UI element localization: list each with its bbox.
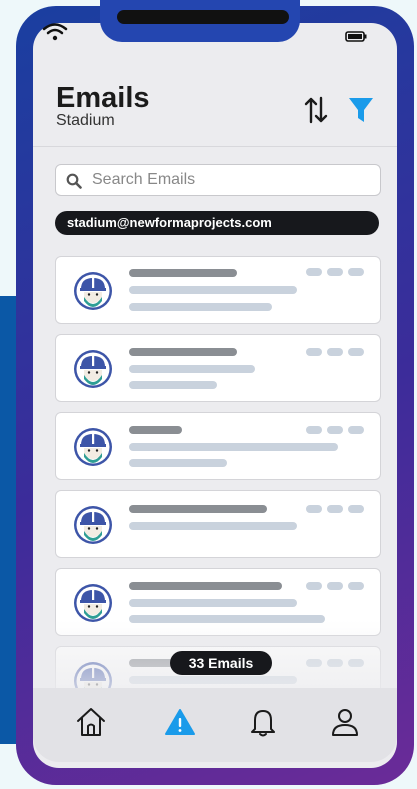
preview-placeholder (129, 303, 272, 311)
sender-placeholder (129, 582, 282, 590)
search-input[interactable]: Search Emails (55, 164, 381, 196)
filter-chip-label: stadium@newformaprojects.com (67, 215, 272, 230)
email-count-badge: 33 Emails (170, 651, 272, 675)
alert-icon (165, 709, 195, 735)
date-placeholder (327, 505, 343, 513)
date-placeholder (327, 268, 343, 276)
date-placeholder (348, 505, 364, 513)
email-card[interactable] (55, 490, 381, 558)
avatar (73, 271, 113, 311)
home-icon (77, 708, 105, 736)
email-card[interactable] (55, 256, 381, 324)
date-placeholder (306, 582, 322, 590)
subject-placeholder (129, 599, 297, 607)
nav-home[interactable] (71, 702, 111, 742)
header-divider (33, 146, 397, 147)
avatar (73, 349, 113, 389)
subject-placeholder (129, 365, 255, 373)
bottom-nav (33, 688, 397, 762)
sender-placeholder (129, 348, 237, 356)
profile-icon (332, 709, 358, 736)
wifi-icon (42, 23, 68, 41)
avatar (73, 427, 113, 467)
sender-placeholder (129, 505, 267, 513)
search-icon (66, 173, 82, 189)
nav-profile[interactable] (325, 702, 365, 742)
date-placeholder (306, 426, 322, 434)
page-subtitle: Stadium (56, 112, 115, 129)
speaker-bar (117, 10, 289, 24)
avatar (73, 583, 113, 623)
date-placeholder (306, 268, 322, 276)
nav-alerts[interactable] (160, 702, 200, 742)
battery-icon (345, 31, 367, 42)
date-placeholder (348, 426, 364, 434)
bell-icon (251, 710, 275, 737)
filter-chip[interactable]: stadium@newformaprojects.com (55, 211, 379, 235)
filter-icon[interactable] (348, 96, 374, 124)
date-placeholder (306, 505, 322, 513)
date-placeholder (306, 348, 322, 356)
subject-placeholder (129, 443, 338, 451)
page-title: Emails (56, 82, 150, 114)
avatar (73, 505, 113, 545)
email-card[interactable] (55, 334, 381, 402)
sender-placeholder (129, 269, 237, 277)
date-placeholder (348, 582, 364, 590)
nav-notifications[interactable] (243, 702, 283, 742)
preview-placeholder (129, 459, 227, 467)
date-placeholder (348, 268, 364, 276)
search-placeholder: Search Emails (92, 171, 196, 188)
date-placeholder (327, 582, 343, 590)
subject-placeholder (129, 286, 297, 294)
sort-icon[interactable] (303, 95, 329, 125)
date-placeholder (327, 348, 343, 356)
email-card[interactable] (55, 412, 381, 480)
preview-placeholder (129, 381, 217, 389)
sender-placeholder (129, 426, 182, 434)
subject-placeholder (129, 522, 297, 530)
date-placeholder (327, 426, 343, 434)
date-placeholder (348, 348, 364, 356)
